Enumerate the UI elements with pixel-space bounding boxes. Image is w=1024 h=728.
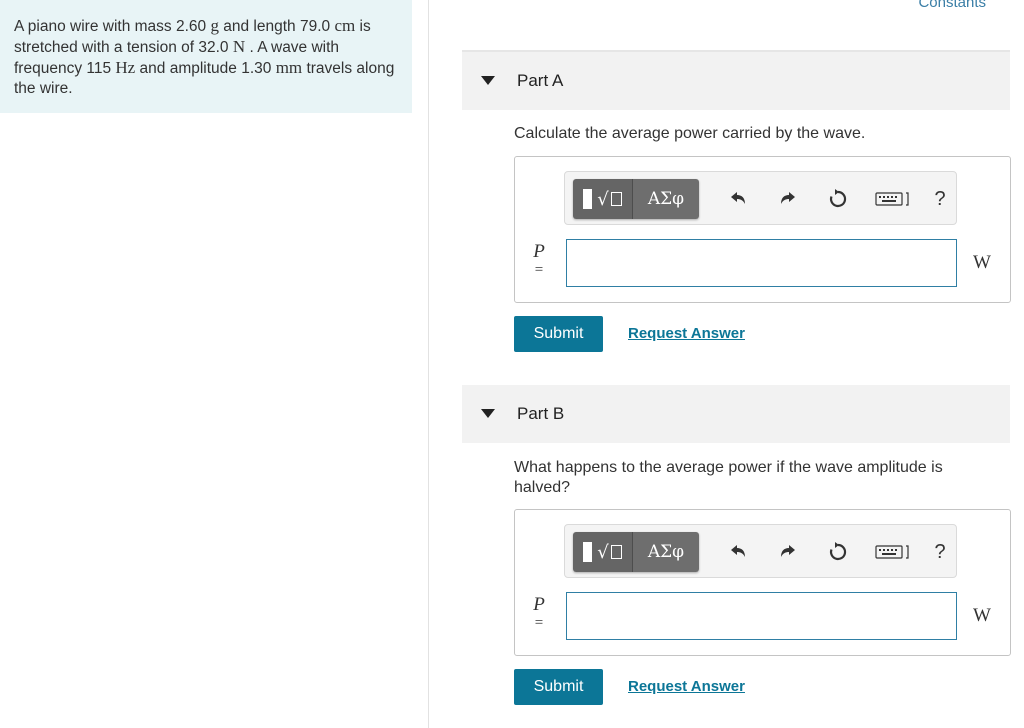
templates-icon [583,189,593,209]
templates-button[interactable]: √ [573,179,633,219]
unit-tension: N [232,37,246,56]
part-b-header[interactable]: Part B [462,385,1010,443]
column-divider [428,0,429,728]
request-answer-link[interactable]: Request Answer [628,325,745,342]
keyboard-icon[interactable] [873,184,913,214]
request-answer-link[interactable]: Request Answer [628,678,745,695]
variable-label: P [533,594,545,615]
part-a-answer-box: √ ΑΣφ ? P = W [514,156,1011,303]
greek-symbols-button[interactable]: ΑΣφ [633,179,699,219]
sqrt-icon: √ [597,541,609,563]
problem-text-5: and amplitude 1.30 [135,60,276,77]
part-b-label: Part B [517,404,565,423]
help-icon[interactable]: ? [925,537,955,567]
undo-icon[interactable] [723,537,753,567]
submit-button[interactable]: Submit [514,669,603,705]
part-a-label: Part A [517,71,564,90]
collapse-triangle-icon[interactable] [481,76,495,85]
undo-icon[interactable] [723,184,753,214]
reset-icon[interactable] [823,537,853,567]
part-b-question: What happens to the average power if the… [514,459,943,496]
templates-icon [583,542,593,562]
redo-icon[interactable] [773,184,803,214]
answer-input[interactable] [566,239,957,287]
templates-button[interactable]: √ [573,532,633,572]
help-icon[interactable]: ? [925,184,955,214]
sqrt-icon: √ [597,188,609,210]
constants-link[interactable]: Constants [918,0,986,11]
part-b-answer-box: √ ΑΣφ ? P = W [514,509,1011,656]
problem-text-2: and length 79.0 [218,18,335,35]
toolbar-button-group: √ ΑΣφ [573,532,699,572]
answer-input[interactable] [566,592,957,640]
unit-length: cm [334,16,356,35]
keyboard-icon[interactable] [873,537,913,567]
unit-label: W [973,252,991,273]
unit-amplitude: mm [275,58,303,77]
greek-symbols-button[interactable]: ΑΣφ [633,532,699,572]
equals-sign: = [534,262,544,278]
math-toolbar: √ ΑΣφ ? [564,171,957,225]
box-icon [610,192,622,206]
variable-label: P [533,241,545,262]
part-a-header[interactable]: Part A [462,52,1010,110]
reset-icon[interactable] [823,184,853,214]
unit-frequency: Hz [115,58,136,77]
math-toolbar: √ ΑΣφ ? [564,524,957,578]
equals-sign: = [534,615,544,631]
problem-text-1: A piano wire with mass 2.60 [14,18,211,35]
submit-button[interactable]: Submit [514,316,603,352]
collapse-triangle-icon[interactable] [481,409,495,418]
redo-icon[interactable] [773,537,803,567]
box-icon [610,545,622,559]
part-a-question: Calculate the average power carried by t… [514,125,866,142]
unit-mass: g [210,16,219,35]
problem-statement: A piano wire with mass 2.60 g and length… [0,0,412,113]
unit-label: W [973,605,991,626]
toolbar-button-group: √ ΑΣφ [573,179,699,219]
